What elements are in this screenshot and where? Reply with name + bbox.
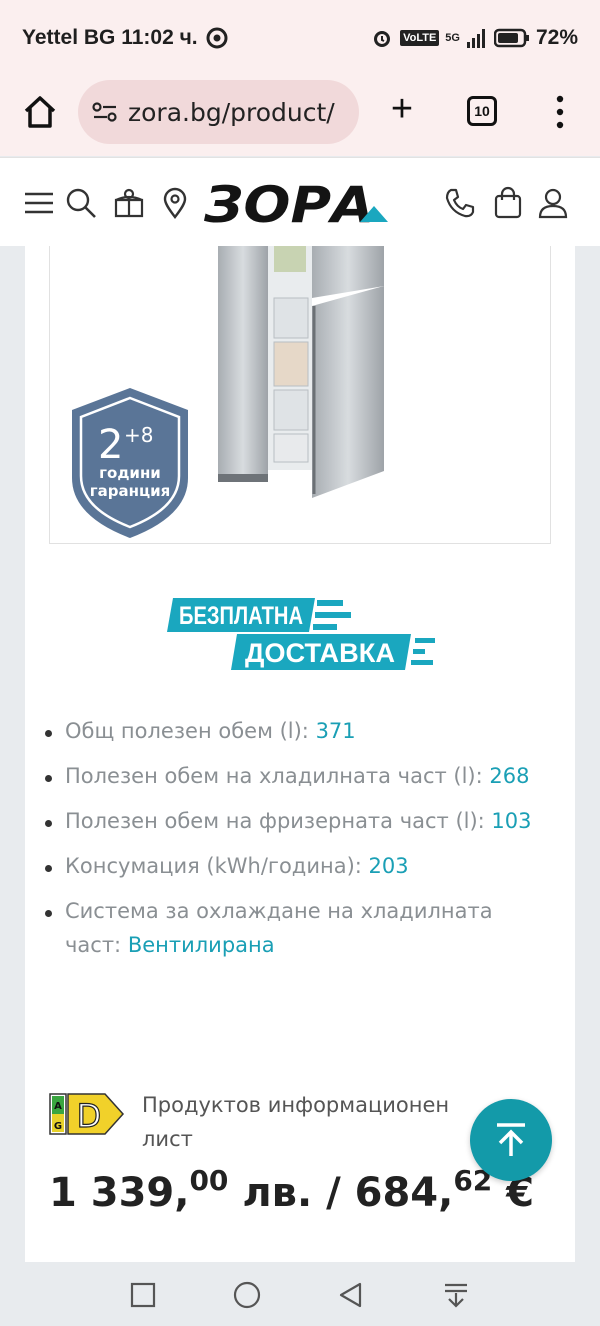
home-nav-icon[interactable] (232, 1280, 262, 1310)
energy-class: D (77, 1097, 102, 1135)
scroll-to-top-button[interactable] (470, 1099, 552, 1181)
site-header: ЗОРА (0, 157, 600, 246)
volte-badge: VoLTE (400, 30, 440, 46)
cart-bag-icon[interactable] (491, 186, 525, 220)
tab-switcher-button[interactable]: 10 (467, 96, 497, 126)
spec-label: Общ полезен обем (l): (65, 719, 316, 743)
search-icon[interactable] (64, 186, 98, 220)
spec-item: Полезен обем на хладилната част (l): 268 (45, 759, 555, 793)
energy-bottom: G (54, 1121, 62, 1132)
warranty-base: 2 (98, 422, 123, 468)
fridge-image (218, 246, 384, 498)
specs-list: Общ полезен обем (l): 371 Полезен обем н… (45, 714, 555, 973)
energy-top: A (54, 1101, 62, 1112)
carrier-time: Yettel BG 11:02 ч. (22, 26, 198, 49)
spec-item: Полезен обем на фризерната част (l): 103 (45, 804, 555, 838)
site-settings-icon[interactable] (92, 101, 118, 123)
warranty-extra: +8 (124, 423, 153, 447)
account-icon[interactable] (536, 186, 570, 220)
chrome-sync-icon (206, 27, 228, 49)
price-bgn-unit: лв. / (228, 1170, 355, 1216)
spec-value[interactable]: 268 (489, 764, 529, 788)
price-bgn-cents: 00 (189, 1164, 229, 1197)
zora-logo[interactable]: ЗОРА (202, 178, 390, 228)
battery-icon (493, 28, 529, 48)
warranty-line1: години (99, 464, 161, 482)
warranty-line2: гаранция (90, 482, 170, 500)
logo-text: ЗОРА (203, 178, 374, 228)
alarm-icon (374, 31, 391, 47)
location-pin-icon[interactable] (158, 186, 192, 220)
spec-value[interactable]: 103 (491, 809, 531, 833)
more-options-icon[interactable] (552, 94, 568, 130)
battery-level: 72% (535, 26, 578, 49)
status-bar: Yettel BG 11:02 ч. VoLTE 5G 72% (0, 0, 600, 76)
price: 1 339,00 лв. / 684,62 € (49, 1164, 534, 1216)
spec-item: Консумация (kWh/година): 203 (45, 849, 555, 883)
gift-book-icon[interactable] (112, 186, 146, 220)
spec-label: Консумация (kWh/година): (65, 854, 369, 878)
product-info-sheet-link[interactable]: Продуктов информационен лист (142, 1088, 502, 1156)
network-type: 5G (445, 32, 460, 44)
delivery-line2: ДОСТАВКА (245, 638, 395, 668)
address-bar[interactable]: zora.bg/product/ (78, 80, 359, 144)
signal-icon (466, 29, 485, 48)
delivery-line1: БЕЗПЛАТНА (179, 602, 303, 630)
price-eur-whole: 684, (354, 1170, 454, 1216)
url-text[interactable]: zora.bg/product/ (128, 98, 335, 127)
free-delivery-banner: БЕЗПЛАТНА ДОСТАВКА (167, 598, 435, 670)
spec-item: Система за охлаждане на хладилната част:… (45, 894, 555, 962)
new-tab-button[interactable]: + (386, 90, 418, 128)
spec-value[interactable]: Вентилирана (128, 933, 275, 957)
spec-item: Общ полезен обем (l): 371 (45, 714, 555, 748)
phone-icon[interactable] (443, 186, 477, 220)
warranty-badge: 2 +8 години гаранция (72, 388, 188, 538)
spec-value[interactable]: 371 (316, 719, 356, 743)
recents-icon[interactable] (128, 1280, 158, 1310)
price-bgn-whole: 1 339, (49, 1170, 190, 1216)
product-image-box[interactable]: 2 +8 години гаранция (49, 246, 551, 544)
home-icon[interactable] (22, 94, 58, 130)
energy-class-label[interactable]: A G D (49, 1092, 125, 1136)
notification-shade-icon[interactable] (441, 1280, 471, 1310)
spec-value[interactable]: 203 (369, 854, 409, 878)
browser-toolbar: zora.bg/product/ + 10 (0, 76, 600, 156)
spec-label: Полезен обем на фризерната част (l): (65, 809, 492, 833)
system-nav-bar (0, 1262, 600, 1326)
menu-icon[interactable] (22, 186, 56, 220)
arrow-up-icon (497, 1123, 525, 1156)
spec-label: Полезен обем на хладилната част (l): (65, 764, 490, 788)
back-icon[interactable] (336, 1280, 366, 1310)
